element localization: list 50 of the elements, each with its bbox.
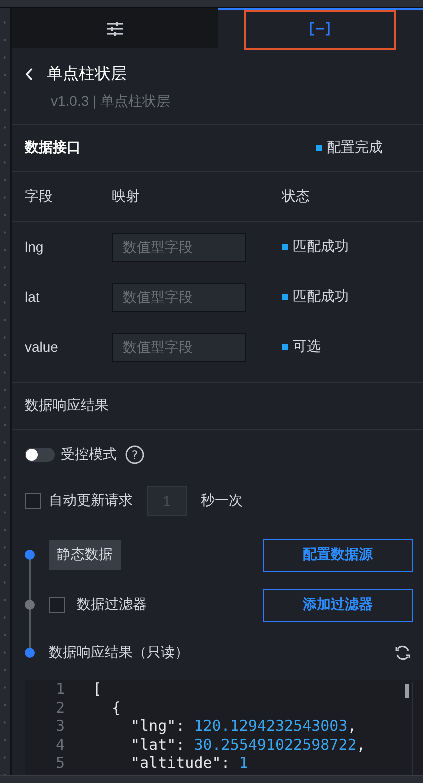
status-text: 配置完成 bbox=[327, 139, 383, 157]
checkbox[interactable] bbox=[49, 597, 65, 613]
mapping-field[interactable]: 数值型字段 bbox=[112, 332, 246, 362]
sliders-icon bbox=[106, 22, 123, 36]
step-label: 数据过滤器 bbox=[77, 596, 147, 614]
bracket-icon bbox=[310, 22, 330, 36]
column-header: 字段 bbox=[25, 188, 54, 206]
checkbox-label: 自动更新请求 bbox=[49, 492, 133, 510]
column-header: 映射 bbox=[112, 188, 141, 206]
section-title: 数据响应结果 bbox=[12, 383, 423, 430]
data-source-tag: 静态数据 bbox=[49, 540, 121, 570]
code-line: "altitude": 1 bbox=[130, 754, 248, 772]
panel-tab[interactable] bbox=[218, 8, 423, 48]
toggle-label: 受控模式 bbox=[61, 446, 117, 464]
status-text: 可选 bbox=[293, 338, 321, 356]
code-line: "lat": 30.255491022598722, bbox=[130, 736, 366, 754]
line-number: 5 bbox=[54, 754, 66, 772]
scrollbar-thumb[interactable] bbox=[405, 684, 409, 698]
help-icon[interactable]: ? bbox=[125, 445, 145, 465]
status-icon bbox=[282, 244, 288, 250]
mapping-field[interactable]: 数值型字段 bbox=[112, 282, 246, 312]
section-title: 数据接口 bbox=[25, 139, 81, 157]
layer-title: 单点柱状层 bbox=[47, 64, 127, 85]
status-text: 匹配成功 bbox=[293, 288, 349, 306]
code-editor[interactable]: 1 [ 2 { 3 "lng": 120.1294232543003, 4 "lat": 30.255491022598722, 5 "altitude": 1 bbox=[25, 680, 423, 775]
checkbox[interactable] bbox=[25, 493, 41, 509]
status-icon bbox=[282, 294, 288, 300]
status-text: 匹配成功 bbox=[293, 238, 349, 256]
code-line: "lng": 120.1294232543003, bbox=[130, 717, 357, 736]
line-number: 2 bbox=[54, 698, 66, 717]
status-icon bbox=[316, 145, 322, 151]
line-number: 1 bbox=[54, 680, 66, 698]
status-icon bbox=[282, 344, 288, 350]
unit-label: 秒一次 bbox=[201, 492, 243, 510]
step-button[interactable]: 配置数据源 bbox=[263, 538, 413, 572]
step-label: 数据响应结果（只读） bbox=[49, 644, 189, 662]
field-name: value bbox=[25, 339, 60, 355]
step-button[interactable]: 添加过滤器 bbox=[263, 588, 413, 622]
column-header: 状态 bbox=[282, 188, 311, 206]
line-number: 4 bbox=[54, 736, 66, 754]
line-number: 3 bbox=[54, 717, 66, 736]
back-icon[interactable] bbox=[25, 68, 33, 81]
version-label: v1.0.3 | 单点柱状层 bbox=[51, 93, 172, 111]
field-name: lat bbox=[25, 289, 41, 305]
field-name: lng bbox=[25, 239, 45, 255]
code-line: [ bbox=[93, 680, 102, 698]
toggle-switch[interactable] bbox=[25, 448, 55, 462]
refresh-icon[interactable] bbox=[395, 645, 411, 661]
mapping-field[interactable]: 数值型字段 bbox=[112, 232, 246, 262]
code-line: { bbox=[111, 698, 122, 717]
